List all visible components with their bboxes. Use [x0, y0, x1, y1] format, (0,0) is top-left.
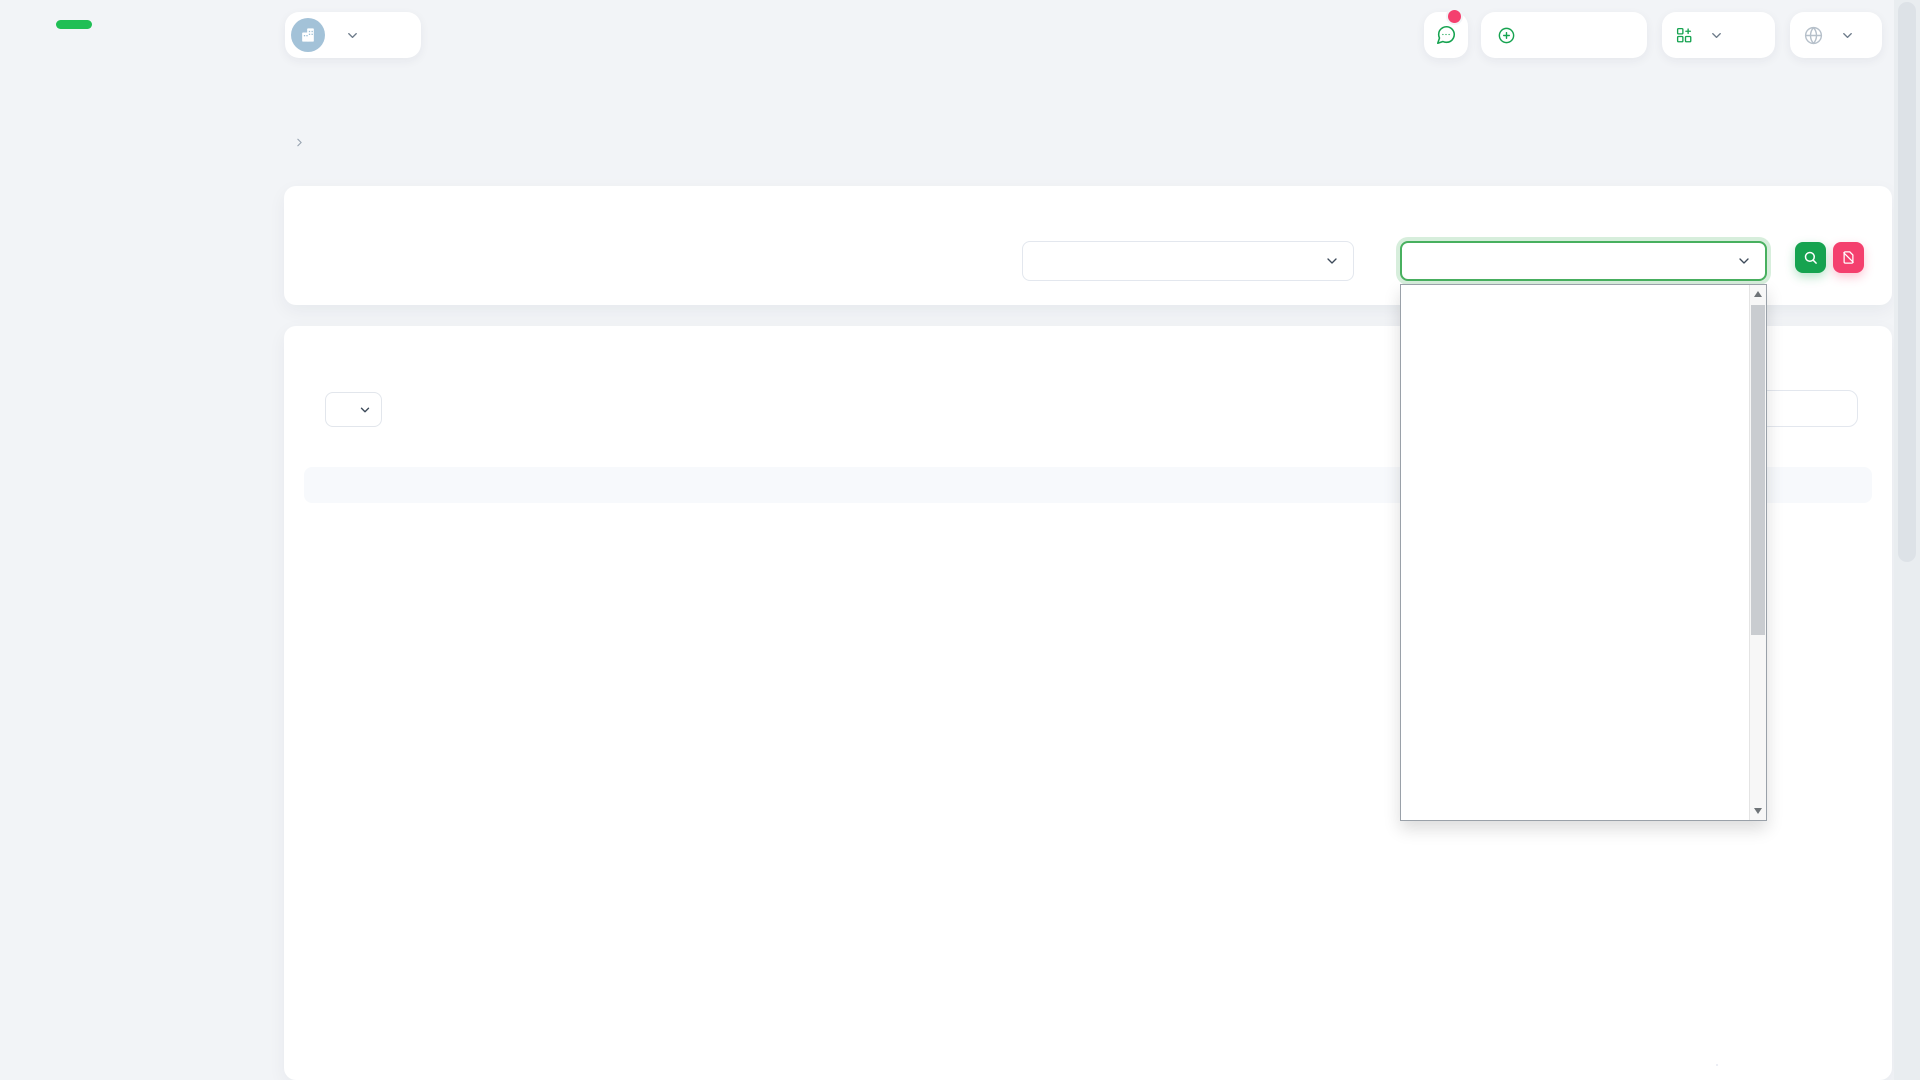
- grid-plus-icon: [1675, 26, 1693, 44]
- notification-badge: [1446, 8, 1463, 25]
- addon-dropdown: [1400, 284, 1767, 821]
- addon-dropdown-options: [1401, 285, 1749, 820]
- search-icon: [1803, 250, 1818, 265]
- dropdown-scrollbar[interactable]: [1749, 285, 1766, 820]
- scroll-down-arrow-icon[interactable]: [1750, 803, 1766, 819]
- pagination: [1716, 1064, 1718, 1066]
- language-selector[interactable]: [1790, 12, 1882, 58]
- reset-icon: [1841, 250, 1856, 265]
- chevron-right-icon: [293, 136, 306, 149]
- chat-button[interactable]: [1424, 12, 1468, 58]
- search-button[interactable]: [1795, 242, 1826, 273]
- dropdown-scrollbar-thumb[interactable]: [1751, 305, 1765, 635]
- chevron-down-icon: [1324, 253, 1340, 269]
- page-scrollbar[interactable]: [1894, 0, 1920, 1080]
- chevron-down-icon: [358, 403, 372, 417]
- building-icon: [298, 25, 318, 45]
- reset-button[interactable]: [1833, 242, 1864, 273]
- page-scrollbar-thumb[interactable]: [1898, 2, 1916, 562]
- breadcrumb: [284, 136, 315, 149]
- chat-icon: [1435, 24, 1457, 46]
- staff-select[interactable]: [1022, 241, 1354, 281]
- create-workspace-button[interactable]: [1481, 12, 1647, 58]
- app-logo[interactable]: [62, 20, 92, 29]
- chevron-down-icon: [345, 28, 360, 43]
- globe-icon: [1803, 25, 1824, 46]
- chevron-down-icon: [1840, 28, 1855, 43]
- chevron-down-icon: [1736, 253, 1752, 269]
- scroll-up-arrow-icon[interactable]: [1750, 286, 1766, 302]
- workspace-avatar: [291, 18, 325, 52]
- logo-dash-icon: [56, 20, 92, 29]
- sidebar: [0, 0, 243, 1080]
- workspace-switcher[interactable]: [1662, 12, 1775, 58]
- workspace-pill[interactable]: [285, 12, 421, 58]
- addon-select[interactable]: [1400, 241, 1767, 281]
- entries-per-page-select[interactable]: [325, 392, 382, 427]
- plus-circle-icon: [1497, 26, 1516, 45]
- chevron-down-icon: [1709, 28, 1724, 43]
